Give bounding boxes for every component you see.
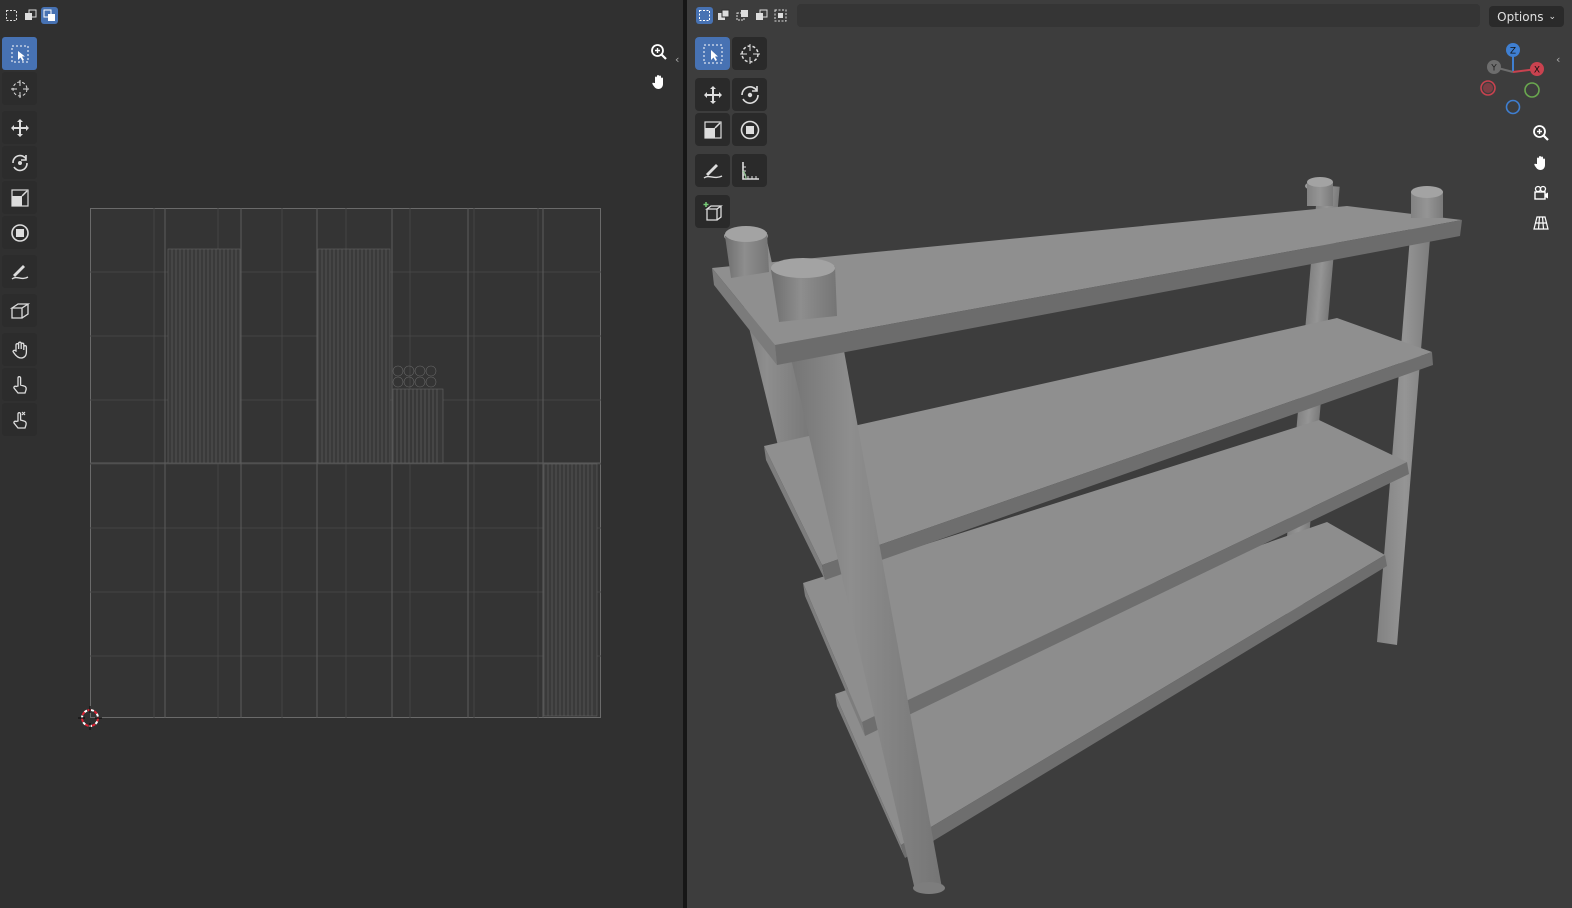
- scale-tool[interactable]: [2, 181, 37, 214]
- transform-tool[interactable]: [2, 216, 37, 249]
- select-box-icon: [11, 45, 28, 62]
- front-leg-right: [1377, 187, 1443, 645]
- leg-top-back-left: [725, 226, 769, 278]
- sidebar-collapse-arrow-icon[interactable]: ‹: [675, 54, 683, 66]
- 2d-cursor-icon[interactable]: [76, 704, 104, 732]
- move-tool[interactable]: [2, 111, 37, 144]
- face-select-icon[interactable]: [41, 7, 58, 24]
- grab-tool[interactable]: [2, 333, 37, 366]
- leg-top-front-right: [1411, 186, 1443, 218]
- leg-top-back-right: [1307, 177, 1333, 206]
- annotate-tool[interactable]: [2, 255, 37, 288]
- transform-icon: [10, 223, 29, 242]
- edge-select-icon[interactable]: [22, 7, 39, 24]
- rotate-tool[interactable]: [2, 146, 37, 179]
- uv-toolbar: [2, 37, 37, 438]
- relax-tool[interactable]: [2, 368, 37, 401]
- select-box-tool[interactable]: [2, 37, 37, 70]
- rip-region-tool[interactable]: [2, 294, 37, 327]
- move-icon: [10, 118, 29, 137]
- rotate-icon: [11, 154, 28, 171]
- uv-island-side: [543, 463, 598, 717]
- pan-hand-icon[interactable]: [646, 69, 672, 95]
- vertex-select-icon[interactable]: [3, 7, 20, 24]
- cursor-icon: [10, 79, 29, 98]
- grab-icon: [11, 341, 27, 359]
- cursor-tool[interactable]: [2, 72, 37, 105]
- uv-editor-panel: ‹: [0, 0, 683, 908]
- leg-top-front-left: [771, 258, 837, 322]
- annotate-icon: [11, 264, 28, 280]
- uv-canvas[interactable]: [90, 208, 601, 718]
- uv-island-shelf-1: [167, 248, 241, 464]
- shelf-3d-model[interactable]: [687, 0, 1572, 908]
- rip-region-icon: [9, 302, 30, 319]
- 3d-viewport-panel: Options ⌄ Z X Y ‹: [687, 0, 1572, 908]
- pinch-icon: [12, 411, 27, 429]
- pinch-tool[interactable]: [2, 403, 37, 436]
- relax-icon: [12, 375, 27, 394]
- scale-icon: [10, 188, 29, 207]
- zoom-icon[interactable]: [646, 39, 672, 65]
- uv-select-mode-group: [3, 3, 60, 28]
- uv-island-shelf-2: [317, 248, 391, 464]
